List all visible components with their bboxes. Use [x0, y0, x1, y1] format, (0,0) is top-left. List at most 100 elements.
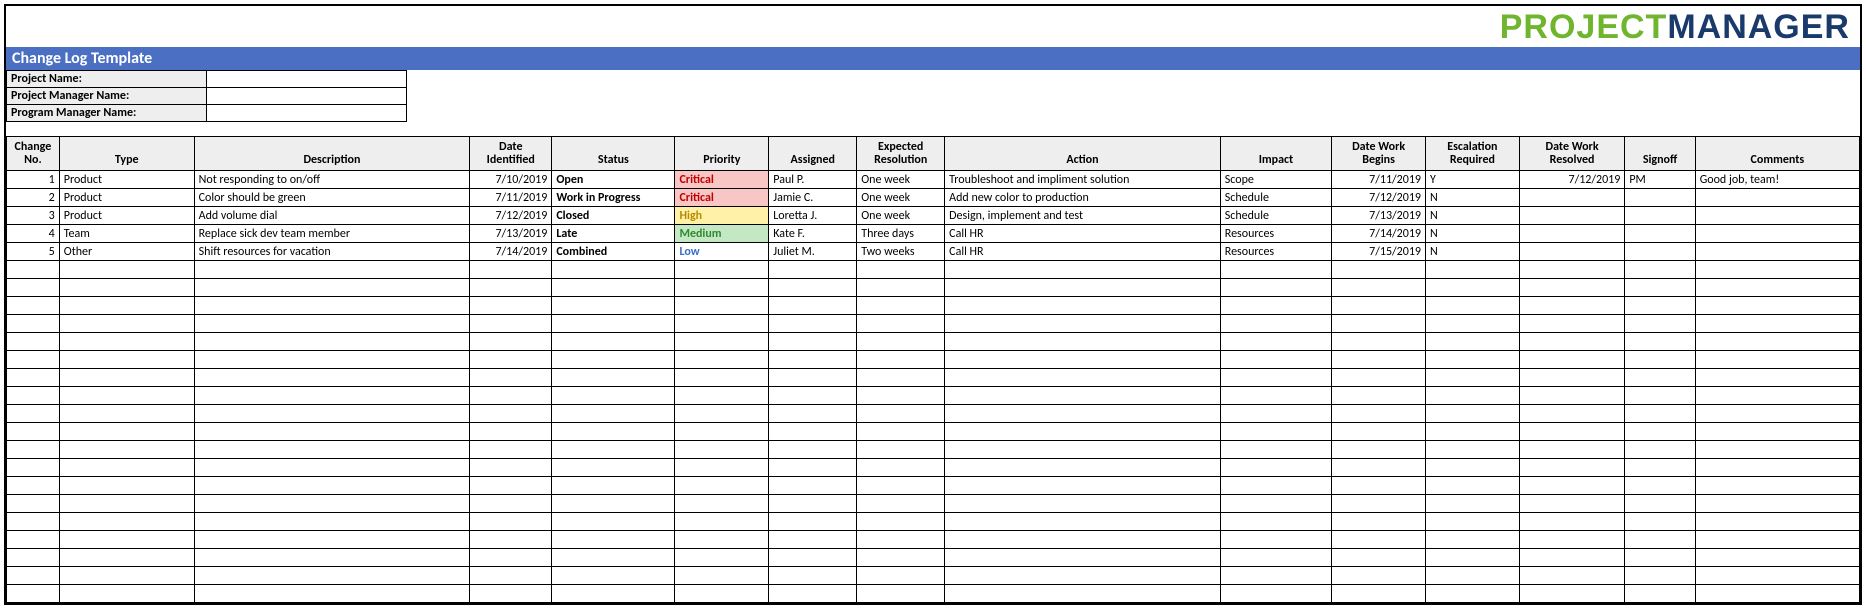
cell-empty[interactable]: [59, 387, 194, 405]
cell-empty[interactable]: [945, 315, 1221, 333]
cell-empty[interactable]: [470, 315, 552, 333]
cell-empty[interactable]: [1519, 369, 1625, 387]
cell-empty[interactable]: [59, 585, 194, 603]
cell-empty[interactable]: [675, 369, 769, 387]
cell-no[interactable]: 3: [7, 207, 60, 225]
cell-empty[interactable]: [769, 351, 857, 369]
cell-empty[interactable]: [7, 261, 60, 279]
cell-empty[interactable]: [552, 297, 675, 315]
cell-empty[interactable]: [1220, 513, 1331, 531]
cell-empty[interactable]: [7, 567, 60, 585]
cell-empty[interactable]: [769, 333, 857, 351]
cell-empty[interactable]: [1695, 279, 1859, 297]
cell-empty[interactable]: [7, 441, 60, 459]
cell-empty[interactable]: [59, 297, 194, 315]
cell-impact[interactable]: Resources: [1220, 243, 1331, 261]
cell-empty[interactable]: [470, 567, 552, 585]
cell-empty[interactable]: [470, 459, 552, 477]
cell-empty[interactable]: [470, 441, 552, 459]
cell-empty[interactable]: [1519, 441, 1625, 459]
cell-esc[interactable]: N: [1425, 243, 1519, 261]
cell-empty[interactable]: [1425, 315, 1519, 333]
cell-empty[interactable]: [1695, 441, 1859, 459]
cell-empty[interactable]: [194, 513, 470, 531]
cell-dwr[interactable]: 7/12/2019: [1519, 171, 1625, 189]
cell-empty[interactable]: [552, 513, 675, 531]
cell-empty[interactable]: [1220, 315, 1331, 333]
cell-dwr[interactable]: [1519, 207, 1625, 225]
cell-expres[interactable]: Two weeks: [857, 243, 945, 261]
cell-empty[interactable]: [1220, 585, 1331, 603]
cell-empty[interactable]: [1695, 585, 1859, 603]
cell-assigned[interactable]: Juliet M.: [769, 243, 857, 261]
cell-esc[interactable]: Y: [1425, 171, 1519, 189]
cell-dwr[interactable]: [1519, 225, 1625, 243]
cell-empty[interactable]: [1695, 549, 1859, 567]
cell-type[interactable]: Product: [59, 171, 194, 189]
cell-empty[interactable]: [1220, 549, 1331, 567]
cell-empty[interactable]: [194, 585, 470, 603]
cell-empty[interactable]: [59, 351, 194, 369]
cell-empty[interactable]: [7, 549, 60, 567]
cell-expres[interactable]: One week: [857, 171, 945, 189]
cell-empty[interactable]: [1332, 531, 1426, 549]
cell-empty[interactable]: [552, 423, 675, 441]
cell-expres[interactable]: One week: [857, 189, 945, 207]
cell-empty[interactable]: [59, 279, 194, 297]
cell-empty[interactable]: [769, 477, 857, 495]
cell-empty[interactable]: [1332, 333, 1426, 351]
cell-empty[interactable]: [769, 513, 857, 531]
cell-empty[interactable]: [194, 279, 470, 297]
cell-empty[interactable]: [675, 459, 769, 477]
cell-empty[interactable]: [552, 261, 675, 279]
cell-empty[interactable]: [857, 369, 945, 387]
cell-empty[interactable]: [470, 549, 552, 567]
cell-empty[interactable]: [675, 315, 769, 333]
cell-empty[interactable]: [1625, 351, 1695, 369]
cell-empty[interactable]: [1519, 513, 1625, 531]
cell-empty[interactable]: [675, 531, 769, 549]
cell-empty[interactable]: [1625, 333, 1695, 351]
cell-empty[interactable]: [7, 477, 60, 495]
cell-empty[interactable]: [470, 495, 552, 513]
cell-empty[interactable]: [675, 585, 769, 603]
cell-empty[interactable]: [470, 531, 552, 549]
cell-priority[interactable]: Critical: [675, 189, 769, 207]
cell-empty[interactable]: [769, 261, 857, 279]
cell-empty[interactable]: [945, 351, 1221, 369]
cell-empty[interactable]: [769, 387, 857, 405]
cell-dateid[interactable]: 7/14/2019: [470, 243, 552, 261]
cell-comments[interactable]: [1695, 225, 1859, 243]
cell-empty[interactable]: [1625, 315, 1695, 333]
cell-empty[interactable]: [945, 513, 1221, 531]
cell-empty[interactable]: [1220, 567, 1331, 585]
cell-empty[interactable]: [1332, 369, 1426, 387]
cell-dateid[interactable]: 7/12/2019: [470, 207, 552, 225]
cell-empty[interactable]: [194, 567, 470, 585]
cell-empty[interactable]: [769, 459, 857, 477]
cell-empty[interactable]: [1220, 477, 1331, 495]
cell-empty[interactable]: [470, 297, 552, 315]
cell-empty[interactable]: [7, 315, 60, 333]
cell-comments[interactable]: [1695, 207, 1859, 225]
cell-empty[interactable]: [1425, 513, 1519, 531]
cell-empty[interactable]: [1425, 369, 1519, 387]
cell-empty[interactable]: [1625, 459, 1695, 477]
cell-empty[interactable]: [769, 423, 857, 441]
cell-empty[interactable]: [194, 297, 470, 315]
cell-empty[interactable]: [1519, 423, 1625, 441]
cell-expres[interactable]: One week: [857, 207, 945, 225]
cell-empty[interactable]: [769, 567, 857, 585]
cell-comments[interactable]: Good job, team!: [1695, 171, 1859, 189]
cell-empty[interactable]: [7, 279, 60, 297]
cell-empty[interactable]: [7, 387, 60, 405]
cell-empty[interactable]: [1332, 297, 1426, 315]
cell-empty[interactable]: [552, 369, 675, 387]
cell-empty[interactable]: [7, 369, 60, 387]
cell-impact[interactable]: Schedule: [1220, 189, 1331, 207]
cell-empty[interactable]: [945, 459, 1221, 477]
cell-empty[interactable]: [1625, 441, 1695, 459]
cell-empty[interactable]: [675, 351, 769, 369]
cell-empty[interactable]: [1625, 513, 1695, 531]
cell-empty[interactable]: [1220, 279, 1331, 297]
